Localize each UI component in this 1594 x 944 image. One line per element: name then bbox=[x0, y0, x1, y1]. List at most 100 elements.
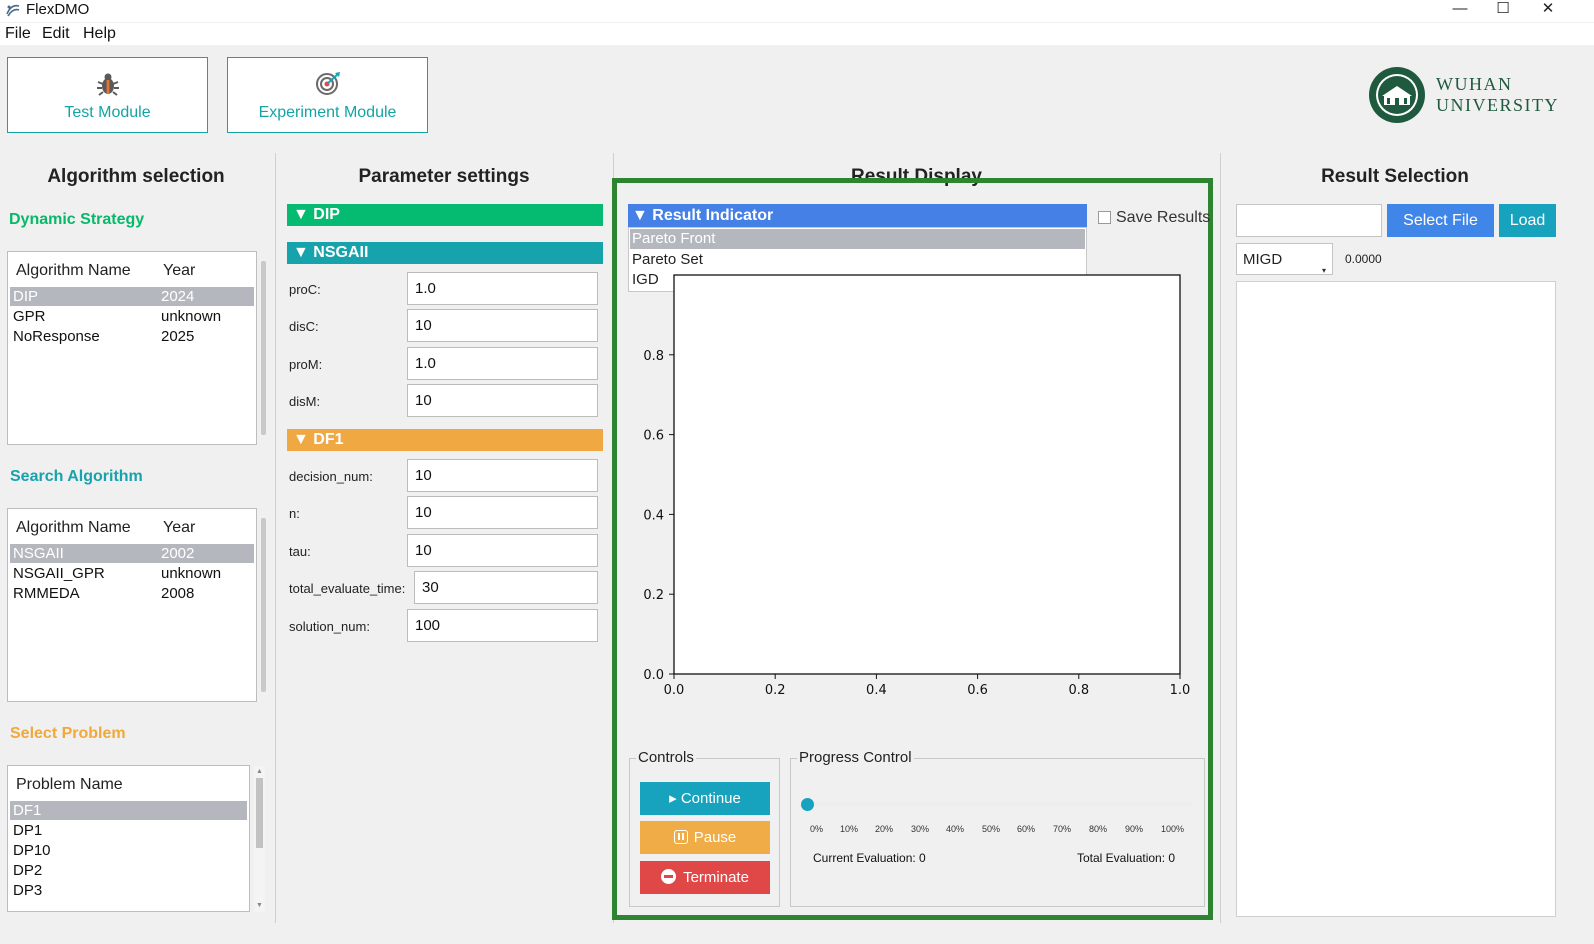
menu-edit[interactable]: Edit bbox=[42, 25, 70, 43]
menu-file[interactable]: File bbox=[5, 25, 31, 43]
progress-tick-label: 80% bbox=[1089, 824, 1108, 834]
maximize-button[interactable]: ☐ bbox=[1480, 0, 1526, 20]
param-label: proM: bbox=[289, 357, 323, 372]
x-tick-label: 1.0 bbox=[1170, 683, 1191, 698]
menu-bar: File Edit Help bbox=[0, 23, 1594, 45]
pause-icon bbox=[673, 830, 688, 844]
result-indicator-header[interactable]: ▼ Result Indicator bbox=[628, 204, 1087, 227]
dynamic-strategy-list: Algorithm Name Year DIP 2024 GPR unknown N… bbox=[7, 251, 257, 445]
x-tick-label: 0.6 bbox=[967, 683, 988, 698]
total-evaluate-time-input[interactable]: 30 bbox=[414, 571, 598, 604]
prom-input[interactable]: 1.0 bbox=[407, 347, 598, 380]
dip-section-header[interactable]: ▼ DIP bbox=[287, 204, 603, 226]
y-tick-label: 0.8 bbox=[643, 349, 664, 364]
n-input[interactable]: 10 bbox=[407, 496, 598, 529]
solution-num-input[interactable]: 100 bbox=[407, 609, 598, 642]
metric-select[interactable]: MIGD ▾ bbox=[1236, 243, 1333, 275]
scrollbar[interactable]: ▲ ▼ bbox=[254, 766, 265, 912]
progress-tick-label: 20% bbox=[875, 824, 894, 834]
progress-tick-label: 0% bbox=[810, 824, 824, 834]
list-item[interactable]: NSGAII 2002 bbox=[10, 544, 254, 563]
progress-tick-label: 90% bbox=[1125, 824, 1144, 834]
experiment-module-label: Experiment Module bbox=[258, 104, 397, 121]
dynamic-strategy-label: Dynamic Strategy bbox=[9, 211, 145, 228]
column-header-algorithm-name: Algorithm Name bbox=[16, 262, 131, 279]
param-label: total_evaluate_time: bbox=[289, 581, 406, 596]
save-results-checkbox[interactable] bbox=[1098, 211, 1111, 224]
parameter-settings-title: Parameter settings bbox=[358, 166, 530, 187]
save-results-label: Save Results bbox=[1116, 209, 1211, 226]
progress-slider-track[interactable] bbox=[807, 802, 1193, 806]
tau-input[interactable]: 10 bbox=[407, 534, 598, 567]
list-item[interactable]: GPR unknown bbox=[10, 307, 254, 326]
terminate-button[interactable]: Terminate bbox=[640, 861, 770, 894]
bug-icon bbox=[97, 73, 119, 96]
problem-list: Problem Name DF1 DP1 DP10 DP2 DP3 bbox=[7, 765, 250, 912]
search-algorithm-label: Search Algorithm bbox=[10, 468, 143, 485]
list-item[interactable]: DP2 bbox=[10, 861, 247, 880]
algorithm-selection-title: Algorithm selection bbox=[47, 166, 225, 187]
list-item[interactable]: RMMEDA 2008 bbox=[10, 584, 254, 603]
scrollbar[interactable] bbox=[261, 518, 266, 692]
param-label: decision_num: bbox=[289, 469, 373, 484]
minimize-button[interactable]: — bbox=[1437, 0, 1483, 20]
current-evaluation-text: Current Evaluation: 0 bbox=[813, 851, 926, 865]
column-header-year: Year bbox=[163, 519, 196, 536]
list-item[interactable]: DIP 2024 bbox=[10, 287, 254, 306]
column-separator bbox=[275, 153, 276, 923]
proc-input[interactable]: 1.0 bbox=[407, 272, 598, 305]
load-button[interactable]: Load bbox=[1499, 204, 1556, 237]
progress-slider-handle[interactable] bbox=[801, 798, 814, 811]
list-item[interactable]: NSGAII_GPR unknown bbox=[10, 564, 254, 583]
nsgaii-section-header[interactable]: ▼ NSGAII bbox=[287, 242, 603, 264]
progress-tick-label: 30% bbox=[911, 824, 930, 834]
list-item[interactable]: NoResponse 2025 bbox=[10, 327, 254, 346]
test-module-button[interactable]: Test Module bbox=[7, 57, 208, 133]
y-tick-label: 0.6 bbox=[643, 429, 664, 444]
controls-legend: Controls bbox=[636, 749, 696, 766]
column-separator bbox=[1220, 153, 1221, 923]
pause-button[interactable]: Pause bbox=[640, 821, 770, 854]
continue-button[interactable]: ▸ Continue bbox=[640, 782, 770, 815]
list-item[interactable]: DP1 bbox=[10, 821, 247, 840]
progress-tick-label: 50% bbox=[982, 824, 1001, 834]
param-label: tau: bbox=[289, 544, 311, 559]
close-button[interactable]: ✕ bbox=[1525, 0, 1571, 20]
test-module-label: Test Module bbox=[64, 104, 151, 121]
disc-input[interactable]: 10 bbox=[407, 309, 598, 342]
scrollbar[interactable] bbox=[261, 261, 266, 435]
select-problem-label: Select Problem bbox=[10, 725, 126, 742]
result-chart: 0.0 0.2 0.4 0.6 0.8 1.0 0.0 0.2 0.4 0.6 0.8 bbox=[643, 274, 1191, 698]
dropdown-option[interactable]: Pareto Front bbox=[630, 229, 1085, 249]
column-header-algorithm-name: Algorithm Name bbox=[16, 519, 131, 536]
progress-tick-label: 70% bbox=[1053, 824, 1072, 834]
scroll-up-icon[interactable]: ▲ bbox=[256, 768, 263, 775]
progress-tick-label: 40% bbox=[946, 824, 965, 834]
result-list-area bbox=[1236, 281, 1556, 917]
list-item[interactable]: DP3 bbox=[10, 881, 247, 900]
scrollbar-thumb[interactable] bbox=[256, 778, 263, 848]
y-tick-label: 0.0 bbox=[643, 668, 664, 683]
list-item[interactable]: DF1 bbox=[10, 801, 247, 820]
stop-icon bbox=[661, 869, 677, 884]
dism-input[interactable]: 10 bbox=[407, 384, 598, 417]
result-selection-title: Result Selection bbox=[1321, 166, 1469, 187]
menu-help[interactable]: Help bbox=[83, 25, 116, 43]
experiment-module-button[interactable]: Experiment Module bbox=[227, 57, 428, 133]
search-algorithm-list: Algorithm Name Year NSGAII 2002 NSGAII_GP… bbox=[7, 508, 257, 702]
x-tick-label: 0.4 bbox=[866, 683, 887, 698]
title-bar: FlexDMO — ☐ ✕ bbox=[0, 0, 1594, 22]
df1-section-header[interactable]: ▼ DF1 bbox=[287, 429, 603, 451]
decision-num-input[interactable]: 10 bbox=[407, 459, 598, 492]
list-item[interactable]: DP10 bbox=[10, 841, 247, 860]
university-logo-text: WUHAN UNIVERSITY bbox=[1436, 74, 1559, 115]
scroll-down-icon[interactable]: ▼ bbox=[256, 902, 263, 909]
x-tick-label: 0.8 bbox=[1068, 683, 1089, 698]
select-file-button[interactable]: Select File bbox=[1387, 204, 1494, 237]
x-tick-label: 0.0 bbox=[664, 683, 685, 698]
app-icon bbox=[6, 4, 20, 17]
file-path-input[interactable] bbox=[1236, 204, 1382, 237]
total-evaluation-text: Total Evaluation: 0 bbox=[1077, 851, 1176, 865]
x-tick-label: 0.2 bbox=[765, 683, 786, 698]
progress-control-legend: Progress Control bbox=[797, 749, 914, 766]
